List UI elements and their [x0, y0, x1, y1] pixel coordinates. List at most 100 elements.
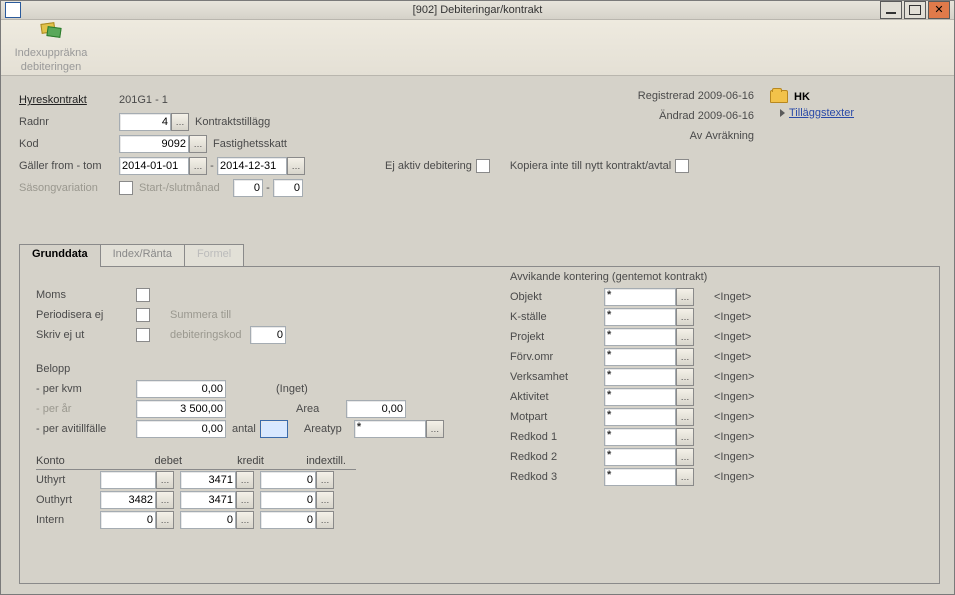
- avk-input[interactable]: *: [604, 408, 676, 426]
- radnr-label: Radnr: [19, 116, 119, 128]
- hk-label: HK: [794, 91, 810, 103]
- avk-input[interactable]: *: [604, 348, 676, 366]
- galler-from-input[interactable]: [119, 157, 189, 175]
- areatyp-lookup-button[interactable]: [426, 420, 444, 438]
- avk-lookup-button[interactable]: [676, 468, 694, 486]
- antal-input[interactable]: [260, 420, 288, 438]
- indextill-col: indextill.: [264, 455, 346, 467]
- antal-label: antal: [232, 423, 256, 435]
- hk-folder[interactable]: HK: [770, 90, 940, 103]
- avk-input[interactable]: *: [604, 428, 676, 446]
- avk-input[interactable]: *: [604, 308, 676, 326]
- per-kvm-input[interactable]: [136, 380, 226, 398]
- tab-formel[interactable]: Formel: [184, 244, 244, 266]
- tab-index-ranta[interactable]: Index/Ränta: [100, 244, 185, 266]
- radnr-lookup-button[interactable]: [171, 113, 189, 131]
- intern-debet-lookup[interactable]: [156, 511, 174, 529]
- avk-lookup-button[interactable]: [676, 388, 694, 406]
- sasong-slut-input[interactable]: [273, 179, 303, 197]
- intern-indextill-input[interactable]: [260, 511, 316, 529]
- moms-checkbox[interactable]: [136, 288, 150, 302]
- outhyrt-debet-lookup[interactable]: [156, 491, 174, 509]
- avk-input[interactable]: *: [604, 368, 676, 386]
- areatyp-label: Areatyp: [304, 423, 354, 435]
- outhyrt-indextill-input[interactable]: [260, 491, 316, 509]
- uthyrt-kredit-input[interactable]: [180, 471, 236, 489]
- areatyp-input[interactable]: *: [354, 420, 426, 438]
- area-label: Area: [296, 403, 346, 415]
- kod-input[interactable]: [119, 135, 189, 153]
- intern-kredit-input[interactable]: [180, 511, 236, 529]
- uthyrt-kredit-lookup[interactable]: [236, 471, 254, 489]
- uthyrt-label: Uthyrt: [36, 474, 100, 486]
- avk-lookup-button[interactable]: [676, 308, 694, 326]
- registrerad-value: 2009-06-16: [698, 90, 754, 102]
- summera-l1: Summera till: [170, 309, 231, 321]
- avk-lookup-button[interactable]: [676, 448, 694, 466]
- avk-row: Redkod 2*<Ingen>: [510, 447, 930, 467]
- avk-input[interactable]: *: [604, 288, 676, 306]
- uthyrt-debet-lookup[interactable]: [156, 471, 174, 489]
- hyreskontrakt-link[interactable]: Hyreskontrakt: [19, 94, 119, 106]
- summera-l2: debiteringskod: [170, 329, 250, 341]
- avk-lookup-button[interactable]: [676, 428, 694, 446]
- registrerad-label: Registrerad: [638, 90, 695, 102]
- summera-input[interactable]: [250, 326, 286, 344]
- indexupprakna-button[interactable]: Indexuppräkna debiteringen: [11, 21, 91, 73]
- avk-row: Redkod 3*<Ingen>: [510, 467, 930, 487]
- uthyrt-indextill-lookup[interactable]: [316, 471, 334, 489]
- kopiera-inte-label: Kopiera inte till nytt kontrakt/avtal: [510, 160, 671, 172]
- avk-lookup-button[interactable]: [676, 328, 694, 346]
- avk-input[interactable]: *: [604, 388, 676, 406]
- avk-input[interactable]: *: [604, 448, 676, 466]
- indexupprakna-icon: [37, 21, 65, 45]
- galler-from-lookup-button[interactable]: [189, 157, 207, 175]
- galler-to-lookup-button[interactable]: [287, 157, 305, 175]
- intern-kredit-lookup[interactable]: [236, 511, 254, 529]
- kopiera-inte-checkbox[interactable]: [675, 159, 689, 173]
- uthyrt-indextill-input[interactable]: [260, 471, 316, 489]
- tab-grunddata[interactable]: Grunddata: [19, 244, 101, 267]
- galler-to-input[interactable]: [217, 157, 287, 175]
- konto-col: Konto: [36, 455, 100, 467]
- area-input[interactable]: [346, 400, 406, 418]
- avk-lookup-button[interactable]: [676, 288, 694, 306]
- avk-lookup-button[interactable]: [676, 348, 694, 366]
- avk-label: Objekt: [510, 291, 604, 303]
- close-button[interactable]: [928, 1, 950, 19]
- radnr-input[interactable]: [119, 113, 171, 131]
- avk-label: Projekt: [510, 331, 604, 343]
- kod-lookup-button[interactable]: [189, 135, 207, 153]
- tab-strip: Grunddata Index/Ränta Formel: [19, 244, 940, 266]
- per-avi-input[interactable]: [136, 420, 226, 438]
- form-body: Registrerad 2009-06-16 Ändrad 2009-06-16…: [1, 76, 954, 594]
- outhyrt-kredit-lookup[interactable]: [236, 491, 254, 509]
- konto-header: Konto debet kredit indextill.: [36, 455, 356, 470]
- avk-lookup-button[interactable]: [676, 408, 694, 426]
- ribbon-toolbar: Indexuppräkna debiteringen: [1, 20, 954, 76]
- avk-input[interactable]: *: [604, 328, 676, 346]
- tillaggstexter-link[interactable]: Tilläggstexter: [780, 107, 940, 119]
- intern-debet-input[interactable]: [100, 511, 156, 529]
- per-ar-label: - per år: [36, 403, 136, 415]
- ej-aktiv-checkbox[interactable]: [476, 159, 490, 173]
- uthyrt-debet-input[interactable]: [100, 471, 156, 489]
- avk-label: Motpart: [510, 411, 604, 423]
- outhyrt-indextill-lookup[interactable]: [316, 491, 334, 509]
- avk-row: Förv.omr*<Inget>: [510, 347, 930, 367]
- sasongvariation-checkbox[interactable]: [119, 181, 133, 195]
- per-ar-input[interactable]: [136, 400, 226, 418]
- avk-input[interactable]: *: [604, 468, 676, 486]
- sasong-start-input[interactable]: [233, 179, 263, 197]
- kod-label: Kod: [19, 138, 119, 150]
- maximize-button[interactable]: [904, 1, 926, 19]
- avk-lookup-button[interactable]: [676, 368, 694, 386]
- outhyrt-debet-input[interactable]: [100, 491, 156, 509]
- skrivejut-checkbox[interactable]: [136, 328, 150, 342]
- avk-label: Aktivitet: [510, 391, 604, 403]
- kredit-col: kredit: [182, 455, 264, 467]
- outhyrt-kredit-input[interactable]: [180, 491, 236, 509]
- periodisera-checkbox[interactable]: [136, 308, 150, 322]
- intern-indextill-lookup[interactable]: [316, 511, 334, 529]
- minimize-button[interactable]: [880, 1, 902, 19]
